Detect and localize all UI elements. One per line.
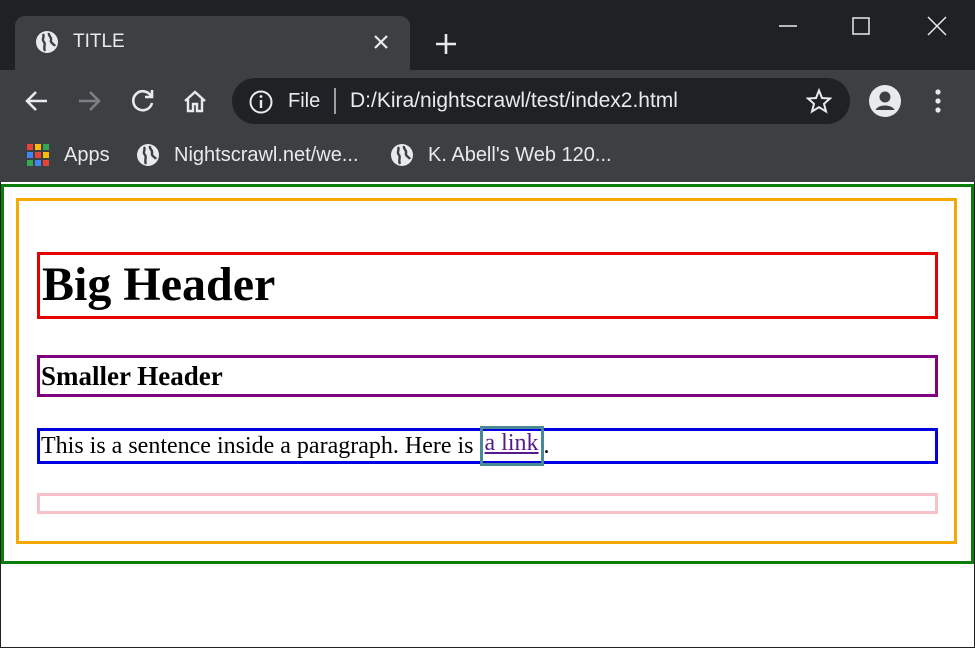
profile-avatar-icon[interactable] xyxy=(868,84,902,118)
container-outline: Big Header Smaller Header This is a sent… xyxy=(16,198,957,544)
close-icon[interactable] xyxy=(369,30,393,54)
bookmark-abell-web[interactable]: K. Abell's Web 120... xyxy=(390,140,612,170)
bookmark-nightscrawl[interactable]: Nightscrawl.net/we... xyxy=(136,140,359,170)
url-text[interactable]: D:/Kira/nightscrawl/test/index2.html xyxy=(350,89,678,113)
scheme-label: File xyxy=(288,90,321,112)
paragraph: This is a sentence inside a paragraph. H… xyxy=(37,426,938,466)
apps-grid-icon xyxy=(27,144,49,166)
browser-tab[interactable]: TITLE xyxy=(15,16,410,70)
link-outline: a link xyxy=(479,426,544,466)
title-bar: TITLE xyxy=(0,0,975,70)
bookmark-label: Apps xyxy=(64,143,110,166)
bookmarks-bar: Apps Nightscrawl.net/we... K. Abell's We… xyxy=(0,132,975,182)
bookmark-star-icon[interactable] xyxy=(806,88,832,114)
minimize-icon[interactable] xyxy=(768,10,808,42)
bookmark-apps[interactable]: Apps xyxy=(26,140,110,170)
tab-title: TITLE xyxy=(73,31,125,52)
globe-icon xyxy=(137,144,159,166)
paragraph-end: . xyxy=(543,433,550,459)
home-icon[interactable] xyxy=(180,86,210,116)
big-header: Big Header xyxy=(37,252,938,319)
browser-toolbar: File D:/Kira/nightscrawl/test/index2.htm… xyxy=(0,70,975,132)
empty-element-outline xyxy=(37,493,938,514)
address-bar[interactable]: File D:/Kira/nightscrawl/test/index2.htm… xyxy=(232,78,850,124)
bookmark-label: Nightscrawl.net/we... xyxy=(174,143,359,166)
info-icon[interactable] xyxy=(248,89,274,115)
omnibox-divider xyxy=(334,88,336,114)
back-arrow-icon[interactable] xyxy=(22,86,52,116)
forward-arrow-icon[interactable] xyxy=(74,86,104,116)
globe-icon xyxy=(36,31,58,53)
reload-icon[interactable] xyxy=(128,86,158,116)
globe-icon xyxy=(391,144,413,166)
smaller-header: Smaller Header xyxy=(37,355,938,397)
paragraph-link[interactable]: a link xyxy=(485,430,539,456)
window-close-icon[interactable] xyxy=(917,10,957,42)
page-viewport: Big Header Smaller Header This is a sent… xyxy=(0,182,975,648)
maximize-icon[interactable] xyxy=(841,10,881,42)
bookmark-label: K. Abell's Web 120... xyxy=(428,143,612,166)
paragraph-text: This is a sentence inside a paragraph. H… xyxy=(41,433,480,459)
new-tab-plus-icon[interactable] xyxy=(432,30,460,58)
more-menu-icon[interactable] xyxy=(926,84,950,118)
